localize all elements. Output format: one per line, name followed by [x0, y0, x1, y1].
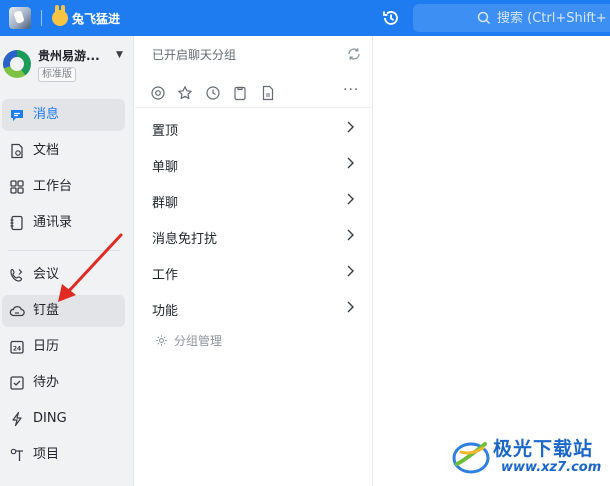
- group-manage-button[interactable]: 分组管理: [155, 332, 222, 349]
- star-icon[interactable]: [177, 85, 193, 101]
- chevron-right-icon: [347, 265, 354, 277]
- group-item-pinned[interactable]: 置顶: [135, 110, 373, 146]
- title-bar: 兔飞猛进: [0, 0, 610, 36]
- title-divider: [41, 10, 42, 26]
- history-icon[interactable]: [381, 8, 401, 28]
- main-content-area: [374, 36, 610, 486]
- sidebar-item-cloud-disk[interactable]: 钉盘: [2, 295, 125, 327]
- search-icon: [477, 11, 491, 25]
- group-item-features[interactable]: 功能: [135, 290, 373, 326]
- chevron-right-icon: [347, 121, 354, 133]
- group-item-label: 置顶: [152, 124, 179, 139]
- sidebar-item-messages[interactable]: 消息: [2, 99, 125, 131]
- sidebar-item-label: 会议: [33, 267, 60, 282]
- gear-icon: [156, 335, 167, 346]
- sidebar-item-calendar[interactable]: 24 日历: [2, 331, 125, 363]
- group-item-do-not-disturb[interactable]: 消息免打扰: [135, 218, 373, 254]
- org-switcher[interactable]: 贵州易游... ▼ 标准版: [0, 36, 134, 88]
- sidebar-item-label: 日历: [33, 339, 60, 354]
- left-sidebar: 贵州易游... ▼ 标准版 消息 文档 工作台 通讯录 会议 钉盘 24 日历 …: [0, 36, 134, 486]
- sidebar-item-label: 项目: [33, 447, 60, 462]
- profile-name: 兔飞猛进: [72, 11, 121, 26]
- file-icon[interactable]: [260, 85, 276, 101]
- sidebar-item-label: DING: [33, 411, 67, 426]
- groups-header: 已开启聊天分组: [152, 48, 237, 62]
- search-input[interactable]: [497, 10, 610, 26]
- group-item-label: 功能: [152, 304, 179, 319]
- contacts-icon: [10, 215, 23, 231]
- group-item-label: 群聊: [152, 196, 179, 211]
- watermark-title: 极光下载站: [493, 438, 594, 460]
- profile-chip[interactable]: 兔飞猛进: [52, 5, 121, 29]
- ding-icon: [12, 411, 22, 427]
- group-item-work[interactable]: 工作: [135, 254, 373, 290]
- sidebar-item-label: 待办: [33, 375, 60, 390]
- watermark-url: www.xz7.com: [501, 460, 602, 475]
- meeting-icon: [10, 268, 23, 282]
- cloud-disk-icon: [9, 306, 25, 317]
- sidebar-item-label: 消息: [33, 107, 60, 122]
- document-icon: [11, 143, 23, 159]
- org-edition-badge: 标准版: [38, 67, 76, 82]
- sidebar-item-label: 工作台: [33, 179, 73, 194]
- sidebar-item-label: 文档: [33, 143, 60, 158]
- chevron-right-icon: [347, 157, 354, 169]
- sidebar-item-docs[interactable]: 文档: [2, 135, 125, 167]
- sidebar-item-label: 钉盘: [33, 303, 60, 318]
- watermark: 极光下载站 www.xz7.com: [449, 430, 610, 486]
- clipboard-icon[interactable]: [232, 85, 248, 101]
- chevron-right-icon: [347, 193, 354, 205]
- clock-icon[interactable]: [205, 85, 221, 101]
- refresh-icon[interactable]: [346, 46, 362, 62]
- app-logo[interactable]: [9, 7, 31, 29]
- sidebar-item-todo[interactable]: 待办: [2, 367, 125, 399]
- sidebar-item-workbench[interactable]: 工作台: [2, 171, 125, 203]
- project-icon: [10, 448, 23, 461]
- search-box[interactable]: [413, 4, 610, 32]
- group-item-single-chat[interactable]: 单聊: [135, 146, 373, 182]
- sidebar-item-contacts[interactable]: 通讯录: [2, 207, 125, 239]
- calendar-icon: 24: [10, 340, 24, 354]
- watermark-logo-icon: [452, 442, 490, 474]
- chat-groups-panel: 已开启聊天分组 ··· 置顶 单聊 群聊 消息免打扰 工作 功能 分组管理: [135, 36, 373, 486]
- sidebar-divider: [8, 250, 120, 251]
- mention-icon[interactable]: [150, 85, 166, 101]
- svg-text:24: 24: [13, 346, 21, 353]
- group-manage-label: 分组管理: [174, 334, 223, 348]
- chevron-right-icon: [347, 301, 354, 313]
- sidebar-item-ding[interactable]: DING: [2, 403, 125, 435]
- message-icon: [11, 110, 23, 121]
- chevron-right-icon: [347, 229, 354, 241]
- filter-toolbar: ···: [135, 80, 373, 108]
- workbench-icon: [10, 180, 24, 194]
- sidebar-item-label: 通讯录: [33, 215, 73, 230]
- group-item-group-chat[interactable]: 群聊: [135, 182, 373, 218]
- group-item-label: 单聊: [152, 160, 179, 175]
- bunny-avatar-icon: [52, 5, 68, 26]
- sidebar-item-project[interactable]: 项目: [2, 439, 125, 471]
- caret-down-icon[interactable]: ▼: [116, 50, 123, 60]
- group-item-label: 消息免打扰: [152, 232, 218, 247]
- more-icon[interactable]: ···: [343, 82, 359, 98]
- org-name: 贵州易游...: [38, 49, 100, 63]
- org-logo: [3, 50, 31, 78]
- group-item-label: 工作: [152, 268, 179, 283]
- todo-icon: [10, 376, 24, 390]
- sidebar-item-meeting[interactable]: 会议: [2, 259, 125, 291]
